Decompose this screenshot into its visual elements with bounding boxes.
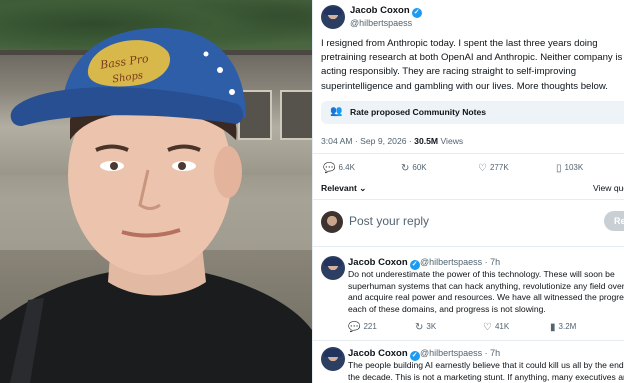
- chevron-down-icon: ⌄: [359, 183, 367, 193]
- reply-line: Do not underestimate the power of this t…: [348, 269, 615, 279]
- divider: [313, 199, 624, 200]
- reply-reply-count: 221: [363, 322, 377, 331]
- reply-line: the decade. This is not a marketing stun…: [348, 371, 624, 382]
- sort-label: Relevant: [321, 183, 357, 193]
- divider: [313, 246, 624, 247]
- repost-count: 60K: [412, 163, 427, 172]
- sort-dropdown[interactable]: Relevant ⌄: [321, 183, 366, 194]
- reply-body: Do not underestimate the power of this t…: [348, 269, 624, 315]
- reply-line: each of these domains, and progress is n…: [348, 303, 546, 314]
- reply-author-handle[interactable]: @hilbertspaess · 7h: [420, 257, 500, 267]
- tweet-actions: 💬 6.4K ↻ 60K ♡ 277K ▯ 103K: [313, 163, 624, 177]
- reply-button[interactable]: 💬 6.4K: [323, 163, 355, 174]
- person-illustration: Bass Pro Shops: [0, 28, 312, 383]
- tweet-timestamp[interactable]: 3:04 AM · Sep 9, 2026 ·: [321, 136, 412, 146]
- reply-like-button[interactable]: ♡ 41K: [483, 322, 509, 333]
- reply-submit-button[interactable]: Re: [604, 211, 624, 231]
- reply-count: 6.4K: [338, 163, 355, 172]
- author-avatar[interactable]: [321, 5, 345, 29]
- author-handle[interactable]: @hilbertspaess: [350, 18, 412, 28]
- reply-views-button[interactable]: ▮ 3.2M: [550, 322, 576, 333]
- current-user-avatar[interactable]: [321, 211, 343, 233]
- reply-like-count: 41K: [494, 322, 510, 331]
- divider: [313, 340, 624, 341]
- reply-icon: 💬: [348, 322, 361, 333]
- community-notes-label: Rate proposed Community Notes: [350, 107, 487, 117]
- reply-author-name-text: Jacob Coxon: [348, 348, 408, 359]
- author-name-text: Jacob Coxon: [350, 5, 410, 16]
- tweet-line: superintelligence and gambling with our …: [321, 80, 608, 92]
- reply-repost-button[interactable]: ↻ 3K: [415, 322, 436, 333]
- community-notes-button[interactable]: 👥 Rate proposed Community Notes: [321, 101, 624, 124]
- reply-input[interactable]: Post your reply: [349, 214, 429, 228]
- like-button[interactable]: ♡ 277K: [478, 163, 509, 174]
- reply-author-avatar[interactable]: [321, 256, 345, 280]
- tweet-meta: 3:04 AM · Sep 9, 2026 · 30.5M Views: [321, 136, 463, 146]
- tweet-body: I resigned from Anthropic today. I spent…: [321, 37, 624, 94]
- reply-views-count: 3.2M: [558, 322, 577, 331]
- repost-icon: ↻: [401, 163, 410, 174]
- bookmark-button[interactable]: ▯ 103K: [556, 163, 583, 174]
- repost-icon: ↻: [415, 322, 424, 333]
- heart-icon: ♡: [483, 322, 492, 333]
- reply-author-avatar[interactable]: [321, 347, 345, 371]
- community-notes-icon: 👥: [330, 106, 343, 117]
- reply-author-name-text: Jacob Coxon: [348, 257, 408, 268]
- views-label: Views: [440, 136, 464, 146]
- reply-body: The people building AI earnestly believe…: [348, 360, 624, 383]
- reply-icon: 💬: [323, 163, 336, 174]
- reply-author-handle[interactable]: @hilbertspaess · 7h: [420, 348, 500, 358]
- views-chart-icon: ▮: [550, 322, 556, 333]
- tweet-panel: Jacob Coxon ✓ @hilbertspaess I resigned f…: [312, 0, 624, 383]
- reply-repost-count: 3K: [426, 322, 437, 331]
- reply-line: The people building AI earnestly believe…: [348, 360, 624, 370]
- reply-line: superhuman systems that can hack anythin…: [348, 280, 624, 291]
- reply-line: and acquire real power and resources. We…: [348, 292, 624, 303]
- tweet-line: I resigned from Anthropic today. I spent…: [321, 38, 598, 49]
- tweet-line: acting responsibly. They are racing stra…: [321, 66, 577, 78]
- views-count: 30.5M: [414, 136, 439, 146]
- tweet-line: pretraining research at both OpenAI and …: [321, 52, 623, 64]
- author-name[interactable]: Jacob Coxon ✓: [350, 5, 422, 18]
- reply-reply-button[interactable]: 💬 221: [348, 322, 377, 333]
- verified-badge-icon: ✓: [411, 8, 422, 18]
- bookmark-count: 103K: [564, 163, 584, 172]
- divider: [313, 153, 624, 154]
- repost-button[interactable]: ↻ 60K: [401, 163, 427, 174]
- like-count: 277K: [489, 163, 509, 172]
- view-quotes-link[interactable]: View quo: [593, 183, 624, 193]
- reply-actions: 💬 221 ↻ 3K ♡ 41K ▮ 3.2M: [313, 322, 624, 336]
- heart-icon: ♡: [478, 163, 487, 174]
- bookmark-icon: ▯: [556, 163, 562, 174]
- profile-photo: Bass Pro Shops: [0, 0, 312, 383]
